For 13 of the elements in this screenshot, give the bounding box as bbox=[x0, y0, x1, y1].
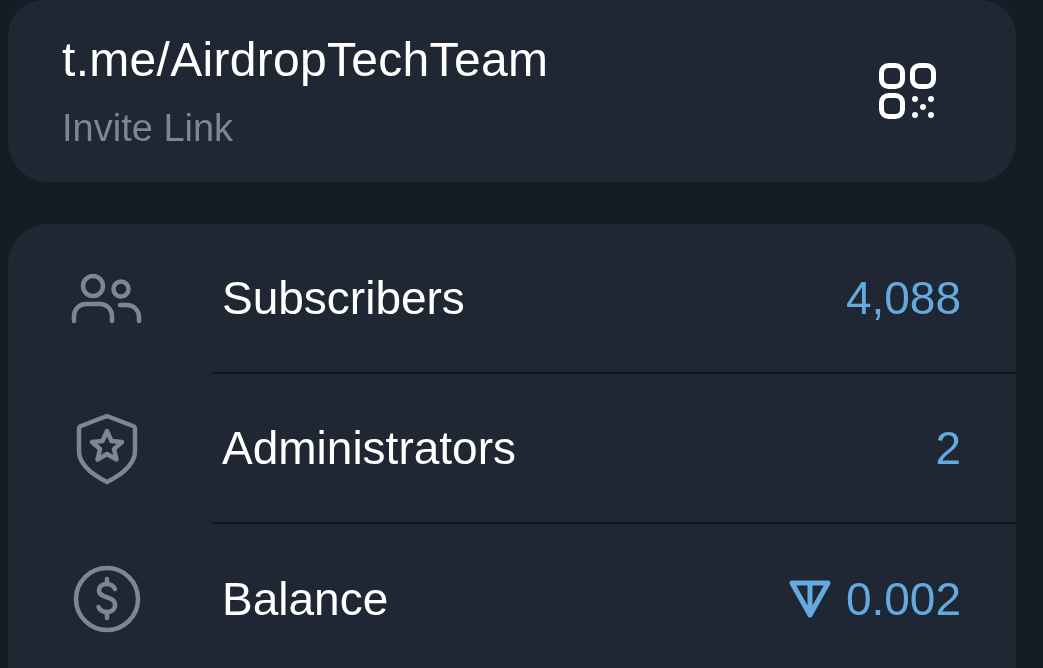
users-icon bbox=[71, 274, 143, 324]
dollar-circle-icon bbox=[73, 565, 141, 633]
stat-value: 0.002 bbox=[845, 571, 961, 627]
shield-star-icon bbox=[75, 413, 139, 485]
stat-label[interactable]: Subscribers bbox=[222, 263, 846, 333]
qr-code-icon[interactable] bbox=[879, 63, 937, 119]
invite-link-label: Invite Link bbox=[62, 106, 235, 150]
stat-label[interactable]: Balance bbox=[222, 564, 788, 634]
stat-label[interactable]: Administrators bbox=[222, 413, 936, 483]
stat-value: 2 bbox=[935, 420, 961, 476]
triangle-icon bbox=[787, 580, 832, 618]
invite-link[interactable]: t.me/AirdropTechTeam bbox=[62, 32, 879, 88]
stat-value: 4,088 bbox=[845, 270, 961, 326]
